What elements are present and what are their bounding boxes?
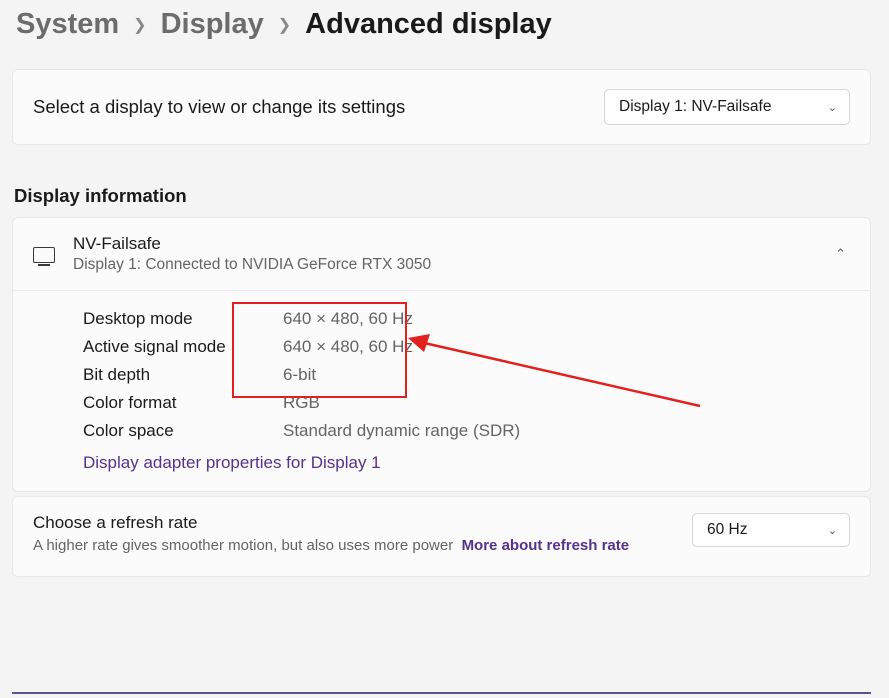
color-space-value: Standard dynamic range (SDR)	[283, 421, 850, 441]
chevron-right-icon: ❯	[278, 15, 291, 35]
display-info-body: Desktop mode 640 × 480, 60 Hz Active sig…	[13, 290, 870, 491]
active-signal-mode-value: 640 × 480, 60 Hz	[283, 337, 850, 357]
display-name: NV-Failsafe	[73, 234, 817, 254]
chevron-up-icon: ⌃	[835, 246, 846, 262]
display-selector-card: Select a display to view or change its s…	[12, 69, 871, 145]
breadcrumb-current: Advanced display	[305, 8, 552, 41]
monitor-icon	[33, 247, 55, 263]
breadcrumb: System ❯ Display ❯ Advanced display	[12, 8, 871, 41]
refresh-rate-card: Choose a refresh rate A higher rate give…	[12, 496, 871, 577]
display-selector-dropdown[interactable]: Display 1: NV-Failsafe ⌄	[604, 89, 850, 125]
chevron-down-icon: ⌄	[828, 101, 837, 114]
breadcrumb-system[interactable]: System	[16, 8, 119, 41]
color-format-value: RGB	[283, 393, 850, 413]
bottom-accent-bar	[12, 692, 871, 694]
chevron-down-icon: ⌄	[828, 524, 837, 537]
desktop-mode-label: Desktop mode	[83, 309, 283, 329]
refresh-rate-dropdown[interactable]: 60 Hz ⌄	[692, 513, 850, 547]
breadcrumb-display[interactable]: Display	[161, 8, 264, 41]
color-format-label: Color format	[83, 393, 283, 413]
bit-depth-label: Bit depth	[83, 365, 283, 385]
bit-depth-value: 6-bit	[283, 365, 850, 385]
display-connection: Display 1: Connected to NVIDIA GeForce R…	[73, 256, 817, 274]
display-selector-value: Display 1: NV-Failsafe	[619, 98, 771, 116]
active-signal-mode-label: Active signal mode	[83, 337, 283, 357]
display-info-card: NV-Failsafe Display 1: Connected to NVID…	[12, 217, 871, 492]
display-info-grid: Desktop mode 640 × 480, 60 Hz Active sig…	[83, 309, 850, 441]
display-information-heading: Display information	[14, 185, 871, 207]
refresh-rate-desc-text: A higher rate gives smoother motion, but…	[33, 537, 453, 554]
display-info-header[interactable]: NV-Failsafe Display 1: Connected to NVID…	[13, 218, 870, 290]
adapter-properties-link[interactable]: Display adapter properties for Display 1	[83, 453, 850, 473]
refresh-rate-title: Choose a refresh rate	[33, 513, 678, 533]
color-space-label: Color space	[83, 421, 283, 441]
chevron-right-icon: ❯	[133, 15, 146, 35]
desktop-mode-value: 640 × 480, 60 Hz	[283, 309, 850, 329]
refresh-rate-value: 60 Hz	[707, 521, 748, 539]
more-about-refresh-rate-link[interactable]: More about refresh rate	[462, 537, 630, 554]
refresh-rate-description: A higher rate gives smoother motion, but…	[33, 535, 678, 558]
display-selector-label: Select a display to view or change its s…	[33, 96, 405, 118]
